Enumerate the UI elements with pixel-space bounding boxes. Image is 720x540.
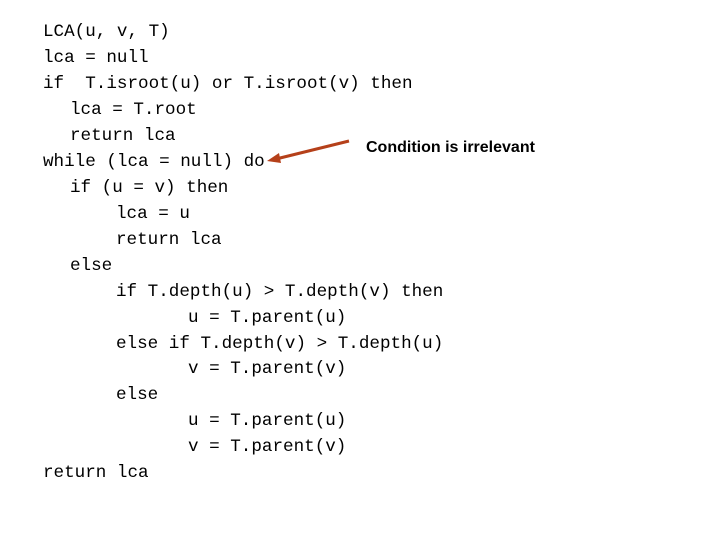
- arrow-head: [267, 153, 281, 163]
- arrow-shaft: [275, 139, 350, 161]
- annotation-arrow: [267, 139, 350, 163]
